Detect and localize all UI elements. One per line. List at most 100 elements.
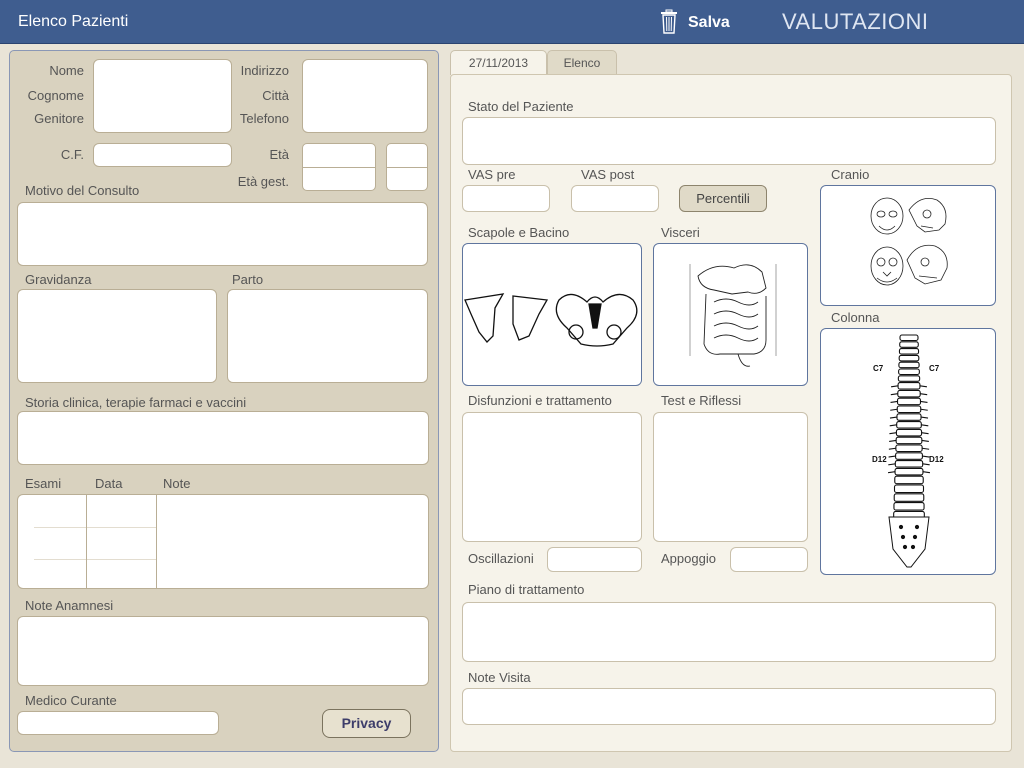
colonna-diagram[interactable]: C7 C7 D12 D12 (820, 328, 996, 575)
vertebra (897, 389, 921, 398)
tab-date[interactable]: 27/11/2013 (450, 50, 547, 75)
vertebra (897, 375, 921, 382)
parto-label: Parto (232, 272, 264, 287)
eta-gest-label: Età gest. (237, 174, 289, 189)
gravidanza-label: Gravidanza (25, 272, 92, 287)
storia-label: Storia clinica, terapie farmaci e vaccin… (25, 395, 247, 410)
genitore-label: Genitore (34, 111, 84, 126)
vertebra (895, 428, 923, 437)
vertebra (895, 444, 923, 453)
eta-unit-field[interactable] (386, 143, 428, 166)
data-field[interactable] (86, 494, 157, 589)
medico-label: Medico Curante (25, 693, 117, 708)
esami-field[interactable] (17, 494, 87, 589)
vas-pre-field[interactable] (462, 185, 550, 212)
viscera-drawing (689, 264, 777, 367)
appoggio-field[interactable] (730, 547, 808, 572)
disfunzioni-field[interactable] (462, 412, 642, 542)
test-riflessi-field[interactable] (653, 412, 808, 542)
motivo-label: Motivo del Consulto (25, 183, 140, 198)
scapole-bacino-diagram[interactable] (462, 243, 642, 386)
vertebra (896, 397, 922, 406)
colonna-label: Colonna (831, 310, 880, 325)
citta-label: Città (262, 88, 289, 103)
section-title: VALUTAZIONI (782, 9, 929, 34)
data-label: Data (95, 476, 123, 491)
gravidanza-field[interactable] (17, 289, 217, 383)
eta-gest-unit-field[interactable] (386, 167, 428, 190)
esami-label: Esami (25, 476, 62, 491)
indirizzo-label: Indirizzo (240, 63, 289, 78)
d12-left-label: D12 (872, 455, 887, 464)
vas-post-label: VAS post (581, 167, 635, 182)
vertebra (897, 382, 921, 390)
vertebra (899, 334, 919, 342)
vertebra (895, 436, 923, 445)
vertebra (896, 405, 922, 414)
test-label: Test e Riflessi (661, 393, 742, 408)
name-surname-parent-field[interactable] (93, 59, 232, 133)
note-visita-label: Note Visita (468, 670, 531, 685)
vertebra (893, 493, 925, 502)
stato-label: Stato del Paziente (468, 99, 574, 114)
telefono-label: Telefono (239, 111, 289, 126)
cranio-diagram[interactable] (820, 185, 996, 306)
visceri-label: Visceri (661, 225, 700, 240)
visceri-diagram[interactable] (653, 243, 808, 386)
c7-right-label: C7 (929, 364, 940, 373)
vertebra (898, 354, 920, 362)
vertebra (894, 467, 924, 476)
vertebra (896, 421, 922, 429)
note-anamnesi-label: Note Anamnesi (25, 598, 114, 613)
c7-left-label: C7 (873, 364, 884, 373)
vertebra (898, 348, 920, 355)
disfunzioni-label: Disfunzioni e trattamento (468, 393, 612, 408)
note-label: Note (163, 476, 191, 491)
vertebra (899, 341, 919, 348)
note-field[interactable] (156, 494, 429, 589)
d12-right-label: D12 (929, 455, 944, 464)
scapula-pelvis-drawing (464, 293, 638, 347)
note-visita-field[interactable] (462, 688, 996, 725)
appoggio-label: Appoggio (661, 551, 716, 566)
medico-field[interactable] (17, 711, 219, 735)
vertebra (898, 368, 920, 376)
vertebra (895, 452, 923, 460)
tab-elenco[interactable]: Elenco (547, 50, 617, 74)
cf-field[interactable] (93, 143, 232, 167)
skull-drawings (870, 197, 948, 286)
piano-field[interactable] (462, 602, 996, 662)
top-bar: Elenco Pazienti Salva VALUTAZIONI (0, 0, 1024, 44)
vertebra (893, 502, 925, 511)
spine-drawing (887, 334, 931, 568)
eta-field[interactable] (302, 143, 376, 166)
vertebra (894, 460, 924, 468)
piano-label: Piano di trattamento (468, 582, 585, 597)
save-button[interactable]: Salva (688, 14, 730, 32)
privacy-button[interactable]: Privacy (322, 709, 411, 738)
percentili-button[interactable]: Percentili (679, 185, 767, 212)
note-anamnesi-field[interactable] (17, 616, 429, 686)
scapole-label: Scapole e Bacino (468, 225, 570, 240)
cognome-label: Cognome (27, 88, 84, 103)
parto-field[interactable] (227, 289, 428, 383)
oscillazioni-label: Oscillazioni (468, 551, 534, 566)
oscillazioni-field[interactable] (547, 547, 642, 572)
eta-gest-field[interactable] (302, 167, 376, 190)
back-to-patient-list[interactable]: Elenco Pazienti (18, 13, 128, 31)
vas-post-field[interactable] (571, 185, 659, 212)
storia-field[interactable] (17, 411, 429, 465)
trash-icon[interactable] (658, 9, 680, 35)
vas-pre-label: VAS pre (468, 167, 516, 182)
vertebra (896, 413, 922, 421)
vertebra (893, 484, 925, 494)
motivo-field[interactable] (17, 202, 428, 266)
cf-label: C.F. (60, 147, 84, 162)
nome-label: Nome (49, 63, 84, 78)
vertebra (894, 475, 924, 485)
eta-label: Età (269, 147, 289, 162)
cranio-label: Cranio (831, 167, 870, 182)
address-city-phone-field[interactable] (302, 59, 428, 133)
vertebra (898, 361, 920, 369)
stato-field[interactable] (462, 117, 996, 165)
